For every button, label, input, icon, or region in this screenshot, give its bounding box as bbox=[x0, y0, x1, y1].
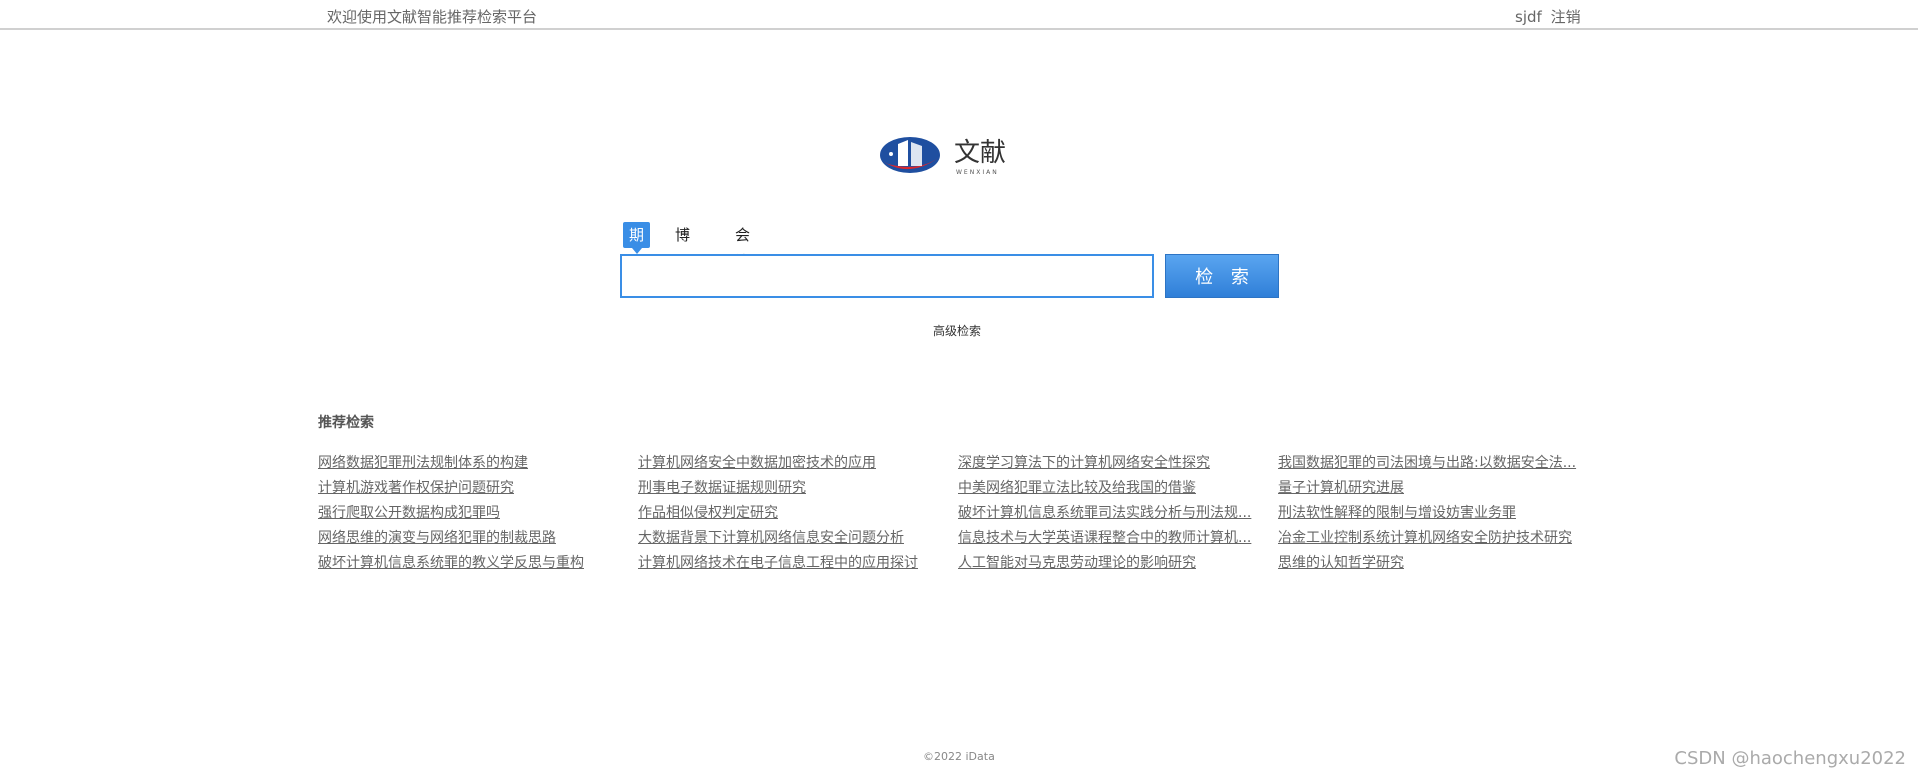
recommend-link[interactable]: 破坏计算机信息系统罪的教义学反思与重构 bbox=[318, 553, 630, 573]
recommend-link[interactable]: 我国数据犯罪的司法困境与出路:以数据安全法... bbox=[1278, 453, 1590, 473]
recommend-link[interactable]: 中美网络犯罪立法比较及给我国的借鉴 bbox=[958, 478, 1270, 498]
logo-title: 文献 bbox=[954, 138, 1006, 168]
logout-link[interactable]: 注销 bbox=[1551, 8, 1581, 26]
username-link[interactable]: sjdf bbox=[1515, 8, 1542, 26]
footer-copyright: ©2022 iData bbox=[923, 750, 995, 763]
recommend-link[interactable]: 量子计算机研究进展 bbox=[1278, 478, 1590, 498]
recommend-link[interactable]: 破坏计算机信息系统罪司法实践分析与刑法规... bbox=[958, 503, 1270, 523]
logo-subtitle: WENXIAN bbox=[956, 169, 999, 176]
recommend-link[interactable]: 冶金工业控制系统计算机网络安全防护技术研究 bbox=[1278, 528, 1590, 548]
top-bar: 欢迎使用文献智能推荐检索平台 sjdf 注销 bbox=[0, 0, 1918, 30]
recommend-link[interactable]: 刑事电子数据证据规则研究 bbox=[638, 478, 950, 498]
recommend-link[interactable]: 大数据背景下计算机网络信息安全问题分析 bbox=[638, 528, 950, 548]
tab-conference[interactable]: 会议 bbox=[735, 222, 750, 270]
user-area: sjdf 注销 bbox=[1515, 6, 1581, 27]
recommend-link[interactable]: 刑法软性解释的限制与增设妨害业务罪 bbox=[1278, 503, 1590, 523]
tab-thesis[interactable]: 博硕士 bbox=[675, 222, 690, 296]
search-input[interactable] bbox=[620, 254, 1154, 298]
search-button[interactable]: 检 索 bbox=[1165, 254, 1279, 298]
welcome-text: 欢迎使用文献智能推荐检索平台 bbox=[327, 8, 538, 26]
recommend-link[interactable]: 信息技术与大学英语课程整合中的教师计算机... bbox=[958, 528, 1270, 548]
csdn-watermark: CSDN @haochengxu2022 bbox=[1674, 748, 1906, 769]
recommend-title: 推荐检索 bbox=[318, 415, 374, 431]
recommend-link[interactable]: 深度学习算法下的计算机网络安全性探究 bbox=[958, 453, 1270, 473]
recommend-link[interactable]: 计算机游戏著作权保护问题研究 bbox=[318, 478, 630, 498]
recommend-link[interactable]: 计算机网络安全中数据加密技术的应用 bbox=[638, 453, 950, 473]
tab-journal[interactable]: 期刊 bbox=[623, 222, 651, 270]
advanced-search-link[interactable]: 高级检索 bbox=[933, 322, 981, 339]
recommend-link[interactable]: 作品相似侵权判定研究 bbox=[638, 503, 950, 523]
recommend-link[interactable]: 计算机网络技术在电子信息工程中的应用探讨 bbox=[638, 553, 950, 573]
recommend-link[interactable]: 网络思维的演变与网络犯罪的制裁思路 bbox=[318, 528, 630, 548]
wenxian-logo: 文献 WENXIAN bbox=[880, 137, 1006, 176]
recommend-link[interactable]: 人工智能对马克思劳动理论的影响研究 bbox=[958, 553, 1270, 573]
recommend-link[interactable]: 网络数据犯罪刑法规制体系的构建 bbox=[318, 453, 630, 473]
recommend-link[interactable]: 强行爬取公开数据构成犯罪吗 bbox=[318, 503, 630, 523]
recommend-link[interactable]: 思维的认知哲学研究 bbox=[1278, 553, 1590, 573]
